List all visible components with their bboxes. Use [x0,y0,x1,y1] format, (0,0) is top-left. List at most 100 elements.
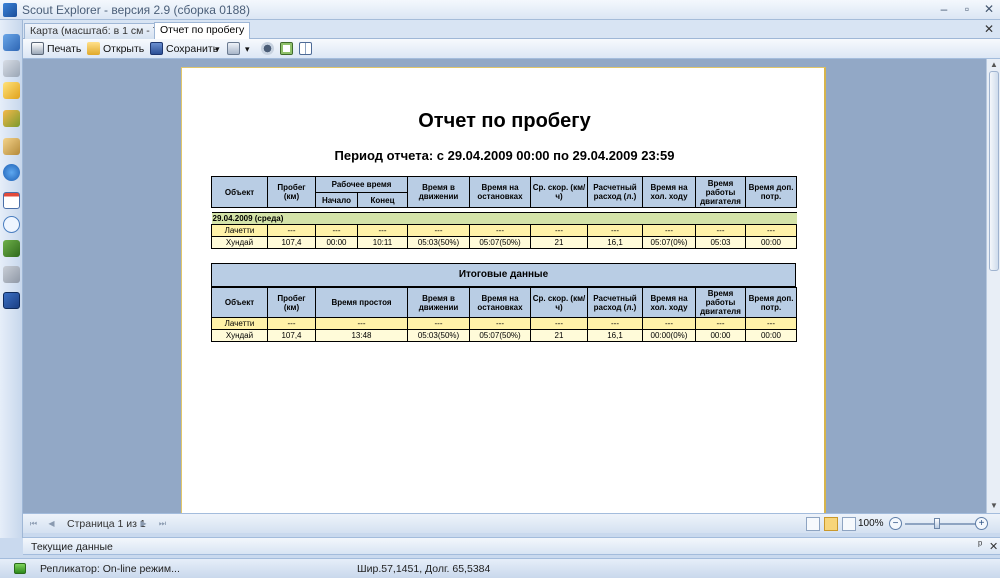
cell: --- [745,224,797,237]
scroll-thumb[interactable] [989,71,999,271]
col-stop-time: Время на остановках [469,176,531,208]
grid-icon[interactable] [3,266,20,283]
first-page-button[interactable]: ⏮ [27,517,40,530]
sensor-icon[interactable] [3,240,20,257]
cell: --- [407,317,470,330]
help-icon[interactable] [3,164,20,181]
export-dropdown[interactable]: ▾ [245,41,250,57]
cell: Хундай [211,329,268,342]
cell: 107,4 [267,236,316,249]
sum-col-engine-time: Время работы двигателя [695,287,746,318]
cell: 16,1 [587,236,643,249]
cell: 00:00 [695,329,746,342]
prev-page-button[interactable]: ◀ [45,517,58,530]
maximize-button[interactable]: ▫ [958,2,976,17]
print-button[interactable]: Печать [31,41,81,57]
cell: --- [695,224,746,237]
table-row: Хундай 107,4 00:00 10:11 05:03(50%) 05:0… [211,236,797,249]
printer-icon [31,42,44,55]
print-label: Печать [47,43,82,55]
col-extra-time: Время доп. потр. [745,176,797,208]
zoom-slider-track[interactable] [905,523,985,525]
tab-mileage-report[interactable]: Отчет по пробегу [154,22,251,39]
map-icon[interactable] [3,34,20,51]
cell: 05:03 [695,236,746,249]
calendar-icon[interactable] [3,192,20,209]
pin-icon[interactable]: ᵖ [978,539,982,551]
view-single-icon[interactable] [806,517,820,531]
toolbar: Печать Открыть Сохранить ▾ ▾ [23,39,1000,59]
cell: --- [407,224,470,237]
vehicles-icon[interactable] [3,60,20,77]
current-data-label[interactable]: Текущие данные [31,541,113,553]
report-preview: Отчет по пробегу Период отчета: с 29.04.… [23,59,986,513]
single-page-button[interactable] [280,41,296,57]
zoom-in-icon[interactable]: + [975,517,988,530]
tab-strip: Карта (масштаб: в 1 см - 79 м) Отчет по … [23,20,1000,39]
cell: --- [315,317,408,330]
sum-col-calc-fuel: Расчетный расход (л.) [587,287,643,318]
sum-col-stop-time: Время на остановках [469,287,531,318]
tools-icon[interactable] [3,138,20,155]
col-start: Начало [315,192,358,208]
export-button[interactable] [227,41,243,57]
summary-caption: Итоговые данные [211,263,796,287]
cell: --- [530,224,588,237]
save-button[interactable]: Сохранить [150,41,218,57]
report-title: Отчет по пробегу [418,110,591,132]
view-two-pages-icon[interactable] [824,517,838,531]
cell: --- [357,224,408,237]
open-button[interactable]: Открыть [87,41,144,57]
save-dropdown[interactable]: ▾ [215,41,220,57]
report-period: Период отчета: с 29.04.2009 00:00 по 29.… [334,148,675,163]
scroll-up-icon[interactable]: ▲ [989,60,999,70]
replicator-status-icon [14,563,26,574]
col-idle-time: Время на хол. ходу [642,176,696,208]
zoom-out-icon[interactable]: − [889,517,902,530]
col-mileage: Пробег (км) [267,176,316,208]
zoom-slider-thumb[interactable] [934,518,940,529]
cell: 21 [530,236,588,249]
minimize-button[interactable]: – [935,2,953,17]
cell: 00:00 [745,329,797,342]
date-group-row: 29.04.2009 (среда) [211,212,797,225]
sum-col-moving-time: Время в движении [407,287,470,318]
tab-close-icon[interactable]: ✕ [984,22,994,36]
cell: --- [587,224,643,237]
sum-col-idle-run: Время на хол. ходу [642,287,696,318]
cell: --- [469,317,531,330]
two-pages-icon [299,42,312,55]
multi-page-button[interactable] [299,41,315,57]
view-multi-pages-icon[interactable] [842,517,856,531]
report-chart-icon[interactable] [3,110,20,127]
last-page-button[interactable]: ⏭ [156,517,169,530]
vertical-scrollbar[interactable]: ▲ ▼ [986,59,1000,513]
cell: 13:48 [315,329,408,342]
cell: 00:00 [745,236,797,249]
cell: 107,4 [267,329,316,342]
sum-col-avg-speed: Ср. скор. (км/ч) [530,287,588,318]
next-page-button[interactable]: ▶ [137,517,150,530]
cell: 21 [530,329,588,342]
cell: --- [745,317,797,330]
current-data-panel: Текущие данные ᵖ ✕ [23,537,1000,555]
export-icon[interactable] [3,292,20,309]
panel-close-icon[interactable]: ✕ [989,540,998,553]
folder-icon [87,42,100,55]
cell: 00:00(0%) [642,329,696,342]
col-end: Конец [357,192,408,208]
find-button[interactable] [261,41,277,57]
page-view-icon [280,42,293,55]
sum-col-idle-time: Время простоя [315,287,408,318]
table-row: Лачетти --- --- --- --- --- --- --- --- … [211,224,797,237]
cell: Лачетти [211,317,268,330]
title-bar: Scout Explorer - версия 2.9 (сборка 0188… [0,0,1000,20]
cell: --- [695,317,746,330]
message-icon[interactable] [3,216,20,233]
notes-icon[interactable] [3,82,20,99]
detail-table: Объект Пробег (км) Рабочее время Время в… [211,176,797,249]
scroll-down-icon[interactable]: ▼ [989,501,999,511]
close-button[interactable]: ✕ [980,2,998,17]
cell: 00:00 [315,236,358,249]
open-label: Открыть [103,43,145,55]
